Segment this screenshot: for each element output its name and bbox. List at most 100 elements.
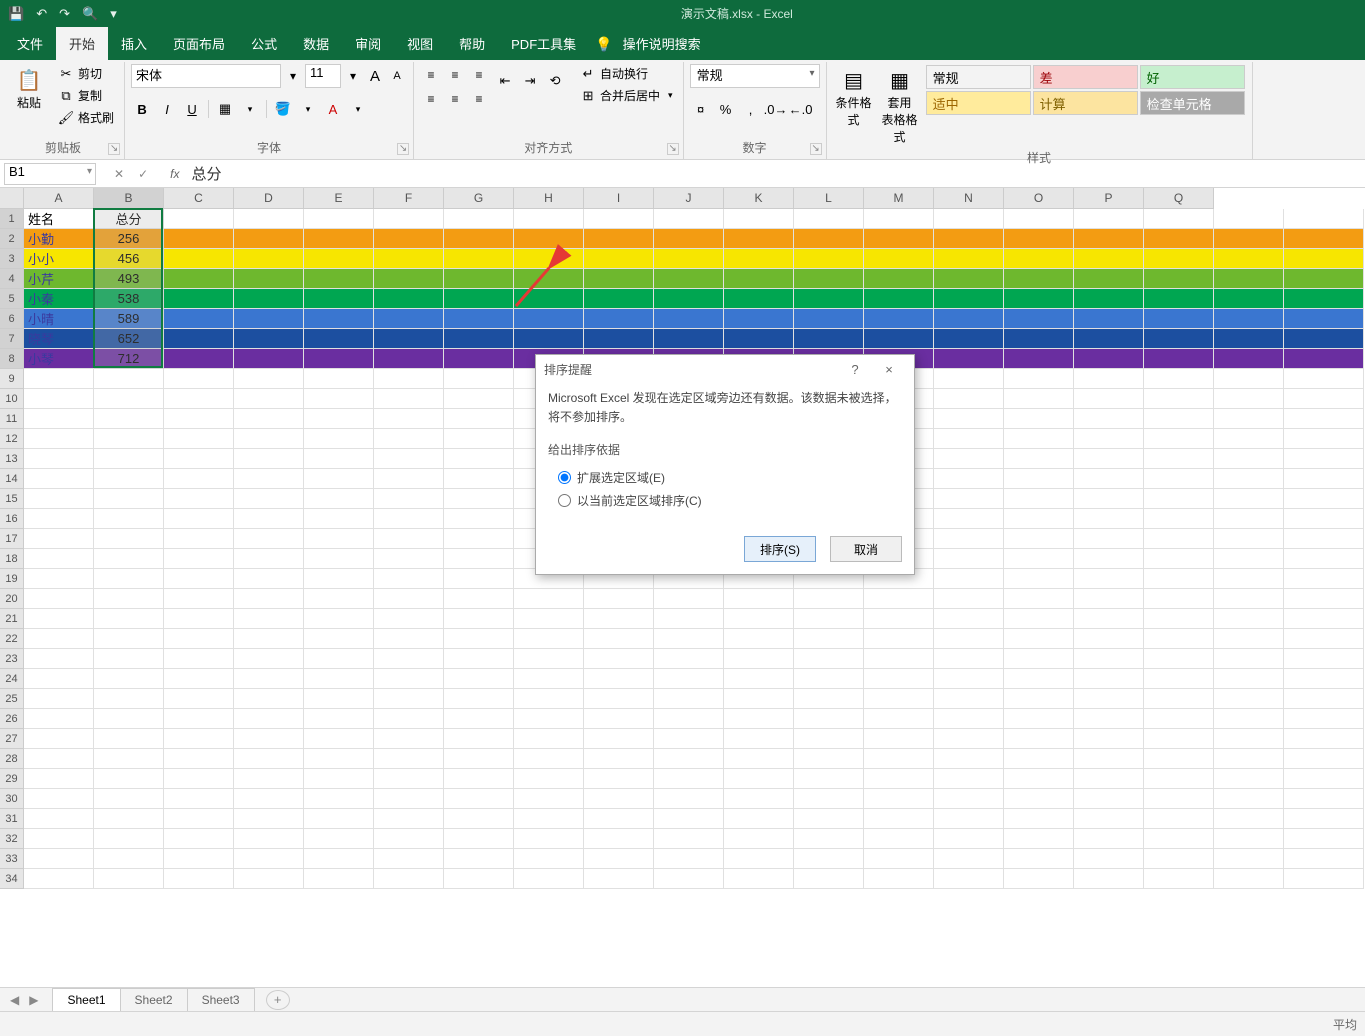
cell[interactable] xyxy=(1214,749,1284,769)
cell[interactable] xyxy=(234,849,304,869)
cell[interactable] xyxy=(1284,369,1364,389)
cell[interactable] xyxy=(24,389,94,409)
row-header-7[interactable]: 7 xyxy=(0,329,24,349)
cell[interactable] xyxy=(304,409,374,429)
cell[interactable] xyxy=(444,229,514,249)
percent-icon[interactable]: % xyxy=(715,98,737,120)
cell[interactable] xyxy=(514,849,584,869)
cell[interactable] xyxy=(794,629,864,649)
cell[interactable] xyxy=(584,729,654,749)
cell[interactable] xyxy=(164,609,234,629)
cell[interactable] xyxy=(864,829,934,849)
cell[interactable] xyxy=(864,209,934,229)
cell[interactable] xyxy=(934,669,1004,689)
cell[interactable] xyxy=(94,669,164,689)
sheet-nav-next-icon[interactable]: ▶ xyxy=(29,993,38,1007)
cell[interactable] xyxy=(164,569,234,589)
cell[interactable] xyxy=(444,809,514,829)
cell[interactable] xyxy=(514,209,584,229)
cell[interactable] xyxy=(1074,869,1144,889)
cell[interactable] xyxy=(864,229,934,249)
merge-center-button[interactable]: ⊞合并后居中▾ xyxy=(576,86,677,105)
cell[interactable] xyxy=(794,589,864,609)
name-box[interactable]: B1 xyxy=(4,163,96,185)
cell[interactable] xyxy=(304,429,374,449)
qat-more-icon[interactable]: ▾ xyxy=(110,6,117,22)
cell[interactable] xyxy=(234,609,304,629)
number-format-combo[interactable]: 常规 xyxy=(690,64,820,88)
cell[interactable] xyxy=(164,509,234,529)
cell[interactable] xyxy=(1004,869,1074,889)
cell[interactable] xyxy=(1214,569,1284,589)
cell[interactable] xyxy=(444,789,514,809)
cell[interactable] xyxy=(1144,309,1214,329)
cell[interactable] xyxy=(234,789,304,809)
cell[interactable] xyxy=(24,629,94,649)
cell[interactable] xyxy=(1144,789,1214,809)
cell[interactable] xyxy=(514,869,584,889)
cell[interactable] xyxy=(94,389,164,409)
cell[interactable] xyxy=(724,309,794,329)
cell[interactable] xyxy=(1074,609,1144,629)
cell[interactable] xyxy=(584,689,654,709)
tab-data[interactable]: 数据 xyxy=(290,27,342,60)
cell[interactable] xyxy=(444,869,514,889)
cell[interactable] xyxy=(654,209,724,229)
confirm-fx-icon[interactable]: ✓ xyxy=(138,167,148,181)
cell[interactable] xyxy=(304,589,374,609)
cell[interactable] xyxy=(1144,829,1214,849)
cell[interactable] xyxy=(94,429,164,449)
cell[interactable] xyxy=(304,509,374,529)
conditional-format-button[interactable]: ▤ 条件格式 xyxy=(833,64,875,130)
cell[interactable] xyxy=(514,649,584,669)
col-header-M[interactable]: M xyxy=(864,188,934,209)
cell[interactable] xyxy=(374,749,444,769)
cell[interactable] xyxy=(1004,489,1074,509)
cell[interactable] xyxy=(374,349,444,369)
cell[interactable] xyxy=(584,289,654,309)
cell[interactable] xyxy=(1004,449,1074,469)
cell[interactable] xyxy=(794,729,864,749)
cell[interactable] xyxy=(724,609,794,629)
cell[interactable] xyxy=(444,209,514,229)
tab-view[interactable]: 视图 xyxy=(394,27,446,60)
cell[interactable] xyxy=(444,769,514,789)
cell[interactable] xyxy=(934,569,1004,589)
cell[interactable] xyxy=(444,609,514,629)
cell[interactable] xyxy=(1214,249,1284,269)
cell[interactable] xyxy=(304,529,374,549)
cell[interactable] xyxy=(1144,429,1214,449)
cell[interactable] xyxy=(94,629,164,649)
cell[interactable] xyxy=(654,329,724,349)
cell[interactable] xyxy=(304,609,374,629)
cell[interactable] xyxy=(864,769,934,789)
row-header-4[interactable]: 4 xyxy=(0,269,24,289)
cell[interactable] xyxy=(654,289,724,309)
cell[interactable] xyxy=(374,769,444,789)
cell[interactable] xyxy=(94,569,164,589)
cell[interactable] xyxy=(1214,349,1284,369)
cell[interactable] xyxy=(1284,509,1364,529)
cell[interactable] xyxy=(934,349,1004,369)
col-header-B[interactable]: B xyxy=(94,188,164,209)
cell[interactable] xyxy=(234,329,304,349)
cell[interactable] xyxy=(1284,329,1364,349)
align-center-icon[interactable]: ≡ xyxy=(444,88,466,110)
cell[interactable] xyxy=(234,689,304,709)
cell[interactable] xyxy=(654,669,724,689)
cell[interactable] xyxy=(934,749,1004,769)
cell[interactable] xyxy=(794,789,864,809)
cell[interactable] xyxy=(1284,869,1364,889)
cell[interactable] xyxy=(934,449,1004,469)
cell[interactable] xyxy=(1214,689,1284,709)
cell[interactable] xyxy=(444,669,514,689)
select-all-corner[interactable] xyxy=(0,188,24,209)
cell[interactable] xyxy=(934,709,1004,729)
cell[interactable] xyxy=(724,809,794,829)
dialog-launcher-icon[interactable]: ↘ xyxy=(667,143,679,155)
cell[interactable] xyxy=(1284,569,1364,589)
radio-current-input[interactable] xyxy=(558,494,571,507)
cell[interactable] xyxy=(794,329,864,349)
row-header-10[interactable]: 10 xyxy=(0,389,24,409)
cell[interactable] xyxy=(234,729,304,749)
